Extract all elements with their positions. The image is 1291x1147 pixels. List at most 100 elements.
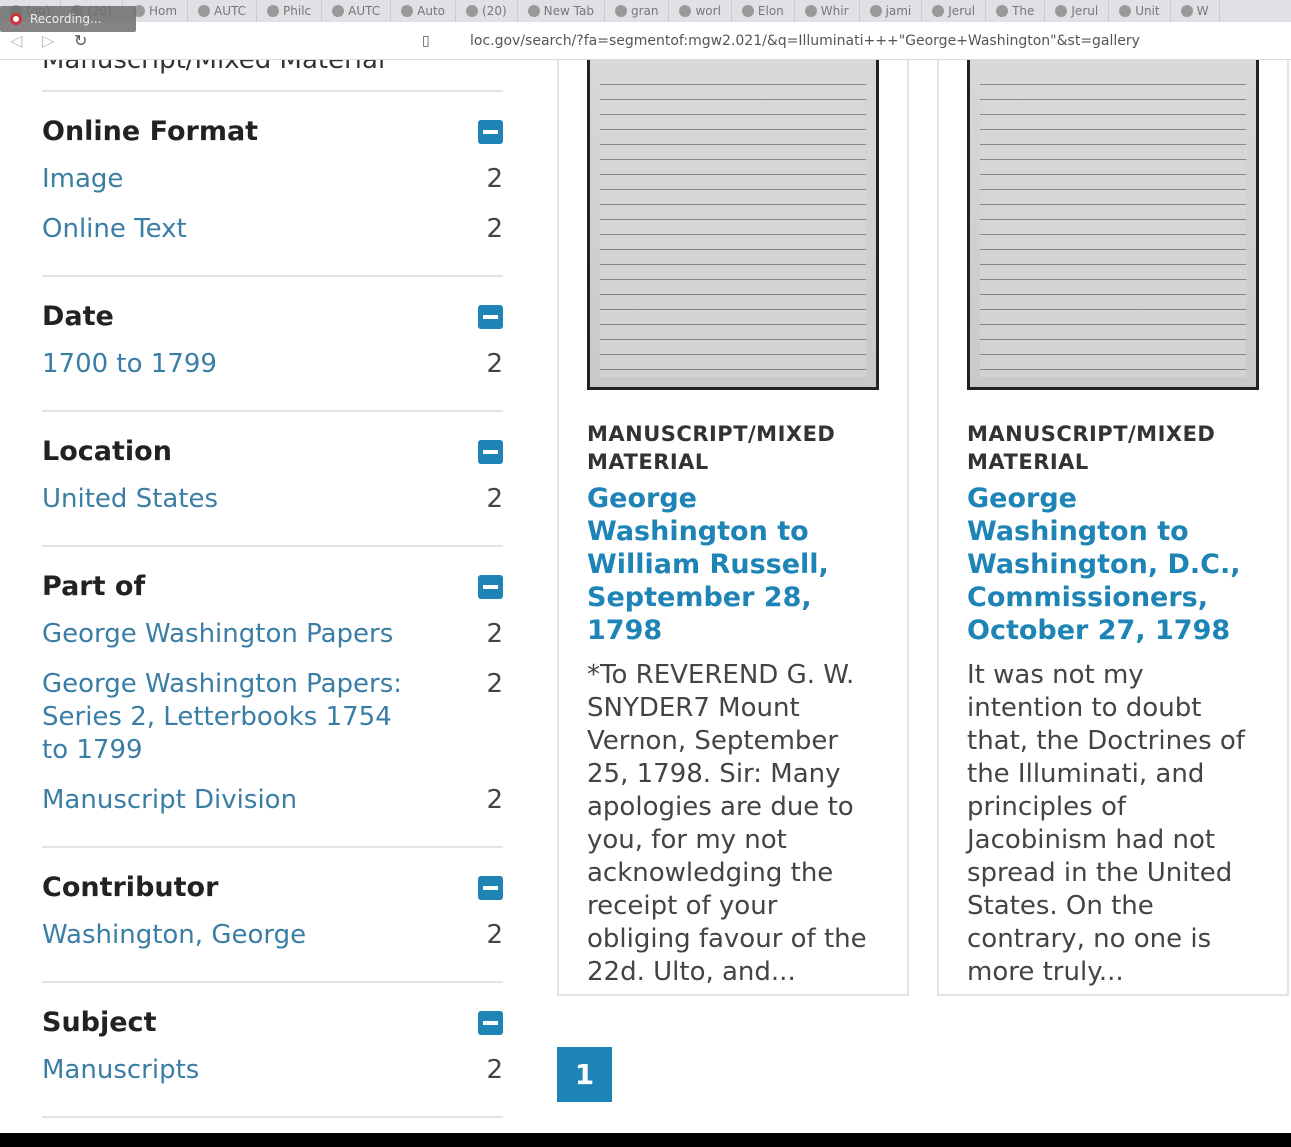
result-description: *To REVEREND G. W. SNYDER7 Mount Vernon,…: [587, 660, 867, 987]
facet-title: Online Format: [42, 116, 259, 147]
facet-count: 2: [486, 785, 503, 815]
record-icon: [10, 13, 22, 25]
browser-tab[interactable]: worl: [669, 0, 732, 22]
facet-count: 2: [486, 349, 503, 379]
facet-title: Location: [42, 436, 172, 467]
facet-count: 2: [486, 484, 503, 514]
favicon-icon: [1119, 5, 1132, 17]
facet-link[interactable]: Image: [42, 163, 123, 196]
favicon-icon: [932, 5, 945, 17]
facet-item: Image 2: [42, 163, 503, 196]
result-thumbnail[interactable]: [587, 60, 879, 390]
browser-tab[interactable]: (20): [456, 0, 518, 22]
facet-item: Manuscripts 2: [42, 1054, 503, 1087]
facet-group: Location United States 2: [42, 412, 503, 547]
favicon-icon: [466, 5, 479, 17]
facet-link[interactable]: George Washington Papers: [42, 618, 393, 651]
result-card: MANUSCRIPT/MIXED MATERIAL George Washingt…: [557, 60, 909, 996]
facet-count: 2: [486, 619, 503, 649]
taskbar: [0, 1133, 1291, 1147]
facet-group: Part of George Washington Papers 2 George W…: [42, 547, 503, 848]
facet-item: Washington, George 2: [42, 919, 503, 952]
browser-tab[interactable]: Jerul: [1045, 0, 1110, 22]
facet-link[interactable]: Washington, George: [42, 919, 306, 952]
browser-tab[interactable]: W: [1171, 0, 1220, 22]
collapse-icon[interactable]: [478, 439, 503, 464]
facet-link[interactable]: Manuscript Division: [42, 784, 297, 817]
favicon-icon: [996, 5, 1009, 17]
browser-tab[interactable]: Unit: [1109, 0, 1171, 22]
facet-link[interactable]: 1700 to 1799: [42, 348, 217, 381]
facet-title: Part of: [42, 571, 146, 602]
browser-tab-strip: (go)(20)HomAUTCPhilcAUTCAuto(20)New Tabg…: [0, 0, 1291, 22]
favicon-icon: [614, 5, 627, 17]
browser-tab[interactable]: AUTC: [322, 0, 392, 22]
facet-item: George Washington Papers: Series 2, Lett…: [42, 668, 503, 767]
collapse-icon[interactable]: [478, 119, 503, 144]
browser-tab[interactable]: The: [986, 0, 1046, 22]
facet-item-cut[interactable]: Manuscript/Mixed Material: [42, 60, 503, 92]
favicon-icon: [267, 5, 280, 17]
facet-title: Contributor: [42, 872, 219, 903]
collapse-icon[interactable]: [478, 574, 503, 599]
browser-tab[interactable]: Whir: [795, 0, 860, 22]
facet-item: United States 2: [42, 483, 503, 516]
favicon-icon: [401, 5, 414, 17]
result-thumbnail[interactable]: [967, 60, 1259, 390]
collapse-icon[interactable]: [478, 875, 503, 900]
result-description: It was not my intention to doubt that, t…: [967, 660, 1245, 987]
facet-count: 2: [486, 214, 503, 244]
favicon-icon: [1055, 5, 1068, 17]
facet-title: Subject: [42, 1007, 157, 1038]
browser-tab[interactable]: AUTC: [188, 0, 258, 22]
facet-group: Subject Manuscripts 2: [42, 983, 503, 1118]
result-type: MANUSCRIPT/MIXED MATERIAL: [967, 422, 1216, 474]
facet-group: Date 1700 to 1799 2: [42, 277, 503, 412]
url-input[interactable]: loc.gov/search/?fa=segmentof:mgw2.021/&q…: [470, 33, 1140, 49]
favicon-icon: [1180, 5, 1193, 17]
browser-tab[interactable]: New Tab: [518, 0, 605, 22]
favicon-icon: [679, 5, 692, 17]
browser-tab[interactable]: Auto: [391, 0, 457, 22]
address-bar: ◁ ▷ ↻ ▯ loc.gov/search/?fa=segmentof:mgw…: [0, 22, 1291, 60]
browser-tab[interactable]: jami: [860, 0, 923, 22]
collapse-icon[interactable]: [478, 304, 503, 329]
facet-count: 2: [486, 669, 503, 699]
facet-group: Contributor Washington, George 2: [42, 848, 503, 983]
forward-icon[interactable]: ▷: [42, 31, 64, 50]
reload-icon[interactable]: ↻: [74, 31, 96, 50]
facet-sidebar: Manuscript/Mixed Material Online Format I…: [42, 60, 503, 1118]
facet-group: Online Format Image 2 Online Text 2: [42, 92, 503, 277]
browser-tab[interactable]: Jerul: [922, 0, 987, 22]
browser-tab[interactable]: Philc: [257, 0, 323, 22]
browser-tab[interactable]: gran: [605, 0, 670, 22]
favicon-icon: [527, 5, 540, 17]
recording-indicator: Recording...: [0, 6, 136, 32]
facet-link[interactable]: Manuscripts: [42, 1054, 199, 1087]
favicon-icon: [332, 5, 345, 17]
facet-title: Date: [42, 301, 114, 332]
result-card: MANUSCRIPT/MIXED MATERIAL George Washingt…: [937, 60, 1289, 996]
favicon-icon: [869, 5, 882, 17]
facet-item: 1700 to 1799 2: [42, 348, 503, 381]
facet-item: Manuscript Division 2: [42, 784, 503, 817]
favicon-icon: [804, 5, 817, 17]
facet-count: 2: [486, 920, 503, 950]
favicon-icon: [741, 5, 754, 17]
facet-count: 2: [486, 164, 503, 194]
browser-tab[interactable]: Elon: [732, 0, 795, 22]
result-title-link[interactable]: George Washington to Washington, D.C., C…: [967, 482, 1259, 647]
facet-link[interactable]: United States: [42, 483, 218, 516]
page-1-button[interactable]: 1: [557, 1047, 612, 1102]
facet-link[interactable]: Online Text: [42, 213, 187, 246]
facet-item: Online Text 2: [42, 213, 503, 246]
facet-count: 2: [486, 1055, 503, 1085]
facet-item: George Washington Papers 2: [42, 618, 503, 651]
bookmark-icon[interactable]: ▯: [422, 33, 430, 49]
result-title-link[interactable]: George Washington to William Russell, Se…: [587, 482, 879, 647]
back-icon[interactable]: ◁: [10, 31, 32, 50]
result-type: MANUSCRIPT/MIXED MATERIAL: [587, 422, 836, 474]
collapse-icon[interactable]: [478, 1010, 503, 1035]
facet-link[interactable]: George Washington Papers: Series 2, Lett…: [42, 668, 422, 767]
favicon-icon: [198, 5, 211, 17]
